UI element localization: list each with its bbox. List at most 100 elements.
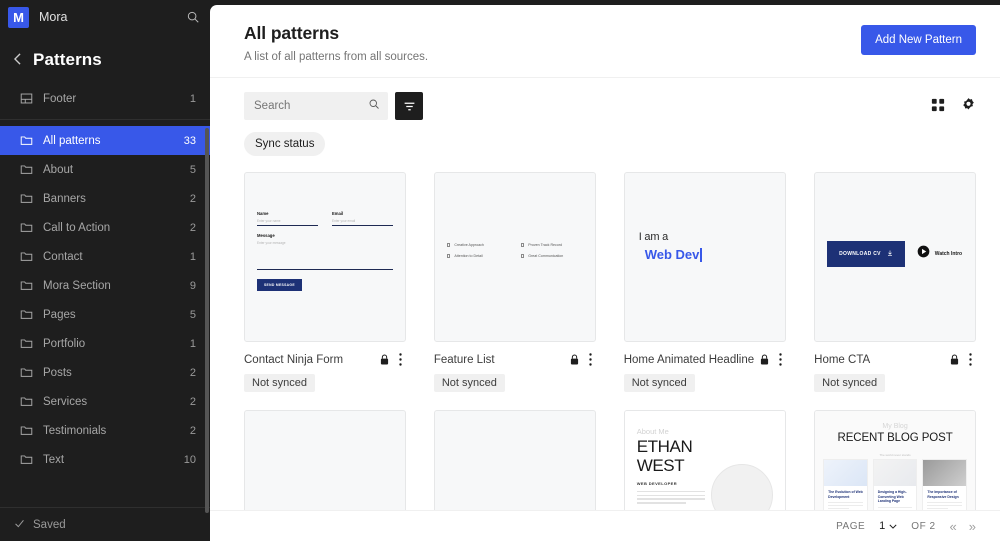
previous-page-button[interactable]: « xyxy=(950,519,957,534)
sidebar-item-label: All patterns xyxy=(43,134,101,147)
feature-item: Attention to Detail xyxy=(446,254,509,258)
toolbar: Sync status xyxy=(210,78,1000,156)
sidebar-item-all-patterns[interactable]: All patterns 33 xyxy=(0,126,210,155)
search-icon[interactable] xyxy=(186,10,200,24)
check-icon xyxy=(14,518,25,532)
about-name-line-1: ETHAN xyxy=(636,437,693,456)
chevron-left-icon[interactable] xyxy=(13,53,21,67)
sidebar-item-footer[interactable]: Footer 1 xyxy=(0,84,210,113)
pattern-title: Home Animated Headline xyxy=(623,353,755,366)
grid-view-icon[interactable] xyxy=(931,98,945,112)
sidebar-item-label: Services xyxy=(43,395,88,408)
pattern-card[interactable]: WEB DEVELOPER ✦ DESIGNER xyxy=(433,410,596,510)
sidebar-item-label: Banners xyxy=(43,192,86,205)
sidebar-item-label: Text xyxy=(43,453,65,466)
page-number-select[interactable]: 1 xyxy=(879,520,897,532)
feature-item-label: Proven Track Record xyxy=(528,243,563,247)
sidebar-item-about[interactable]: About 5 xyxy=(0,155,210,184)
check-icon xyxy=(446,243,451,247)
blog-kicker: My Blog xyxy=(882,423,908,430)
folder-icon xyxy=(20,221,33,234)
sidebar-item-label: Footer xyxy=(43,92,77,105)
sidebar-item-banners[interactable]: Banners 2 xyxy=(0,184,210,213)
pattern-preview[interactable]: Name Enter your name Email Enter your em… xyxy=(244,172,406,342)
sidebar-item-label: Posts xyxy=(43,366,72,379)
gear-icon[interactable] xyxy=(961,97,976,112)
view-options xyxy=(931,92,976,112)
saved-label: Saved xyxy=(33,518,66,531)
folder-icon xyxy=(20,192,33,205)
sync-status-filter-chip[interactable]: Sync status xyxy=(244,132,326,156)
form-message-underline xyxy=(257,269,393,270)
vertical-dots-icon[interactable] xyxy=(775,353,786,366)
add-new-pattern-button[interactable]: Add New Pattern xyxy=(861,25,976,55)
sidebar-item-call-to-action[interactable]: Call to Action 2 xyxy=(0,213,210,242)
sidebar-item-count: 5 xyxy=(189,308,196,321)
sidebar-item-text[interactable]: Text 10 xyxy=(0,445,210,474)
site-logo[interactable]: M xyxy=(8,6,29,28)
pattern-preview[interactable]: My Blog RECENT BLOG POST The world never… xyxy=(814,410,976,510)
sidebar-item-pages[interactable]: Pages 5 xyxy=(0,300,210,329)
pattern-card[interactable]: HELLO I'M Ethan West xyxy=(244,410,406,510)
feature-item: Creative Approach xyxy=(446,243,509,247)
pattern-preview[interactable]: Creative Approach Proven Track Record Atte… xyxy=(433,172,596,342)
search-box[interactable] xyxy=(244,92,388,120)
page-total: OF 2 xyxy=(911,520,936,532)
pattern-card[interactable]: DOWNLOAD CV Watch Intro Home CTA Not syn… xyxy=(814,172,976,392)
pattern-card[interactable]: About Me ETHAN WEST WEB DEVELOPER xyxy=(623,410,787,510)
sidebar-item-count: 2 xyxy=(189,192,196,205)
search-input[interactable] xyxy=(254,100,362,112)
folder-icon xyxy=(20,134,33,147)
patterns-grid: Name Enter your name Email Enter your em… xyxy=(244,172,976,510)
vertical-dots-icon[interactable] xyxy=(395,353,406,366)
pattern-card[interactable]: Creative Approach Proven Track Record Atte… xyxy=(433,172,596,392)
main-content: All patterns A list of all patterns from… xyxy=(210,5,1000,541)
folder-icon xyxy=(20,337,33,350)
sidebar-saved-status[interactable]: Saved xyxy=(0,507,210,541)
folder-icon xyxy=(20,395,33,408)
page-number: 1 xyxy=(879,520,886,532)
folder-icon xyxy=(20,366,33,379)
watch-intro-label: Watch Intro xyxy=(934,251,963,257)
pattern-card[interactable]: Name Enter your name Email Enter your em… xyxy=(244,172,406,392)
blog-post-title: The Evolution of Web Development xyxy=(828,490,863,499)
search-icon[interactable] xyxy=(368,97,380,115)
pattern-preview[interactable]: HELLO I'M Ethan West xyxy=(244,410,406,510)
folder-icon xyxy=(20,250,33,263)
vertical-dots-icon[interactable] xyxy=(585,353,596,366)
pattern-preview[interactable]: WEB DEVELOPER ✦ DESIGNER xyxy=(433,410,596,510)
form-message-label: Message xyxy=(257,233,275,238)
about-role: WEB DEVELOPER xyxy=(636,480,678,486)
filter-button[interactable] xyxy=(395,92,423,120)
pattern-card[interactable]: My Blog RECENT BLOG POST The world never… xyxy=(814,410,976,510)
contact-form-preview: Name Enter your name Email Enter your em… xyxy=(245,173,405,341)
sidebar-item-contact[interactable]: Contact 1 xyxy=(0,242,210,271)
sidebar-scrollbar[interactable] xyxy=(205,128,209,513)
pattern-preview[interactable]: About Me ETHAN WEST WEB DEVELOPER xyxy=(623,410,787,510)
sidebar-item-testimonials[interactable]: Testimonials 2 xyxy=(0,416,210,445)
blog-post-excerpt-lines xyxy=(927,502,962,510)
pattern-card[interactable]: I am a Web Dev Home Animated Headline No… xyxy=(623,172,787,392)
sidebar-item-count: 2 xyxy=(189,424,196,437)
next-page-button[interactable]: » xyxy=(969,519,976,534)
animated-headline-preview: I am a Web Dev xyxy=(639,231,702,262)
lock-icon xyxy=(760,354,769,365)
blog-post-image xyxy=(824,460,867,486)
sidebar-item-portfolio[interactable]: Portfolio 1 xyxy=(0,329,210,358)
vertical-dots-icon[interactable] xyxy=(965,353,976,366)
pattern-title: Contact Ninja Form xyxy=(244,353,344,366)
pattern-preview[interactable]: I am a Web Dev xyxy=(623,172,787,342)
blog-post-image xyxy=(923,460,966,486)
sidebar-item-mora-section[interactable]: Mora Section 9 xyxy=(0,271,210,300)
status-badge: Not synced xyxy=(814,374,886,392)
pattern-preview[interactable]: DOWNLOAD CV Watch Intro xyxy=(814,172,976,342)
sidebar-item-count: 2 xyxy=(189,366,196,379)
lock-icon xyxy=(380,354,389,365)
blog-post-card: Designing a High-Converting Web Landing … xyxy=(872,459,918,510)
sidebar-item-services[interactable]: Services 2 xyxy=(0,387,210,416)
check-icon xyxy=(520,243,525,247)
headline-line-1: I am a xyxy=(638,231,669,243)
sidebar-item-posts[interactable]: Posts 2 xyxy=(0,358,210,387)
folder-icon xyxy=(20,308,33,321)
blog-post-card: The Importance of Responsive Design xyxy=(922,459,967,510)
